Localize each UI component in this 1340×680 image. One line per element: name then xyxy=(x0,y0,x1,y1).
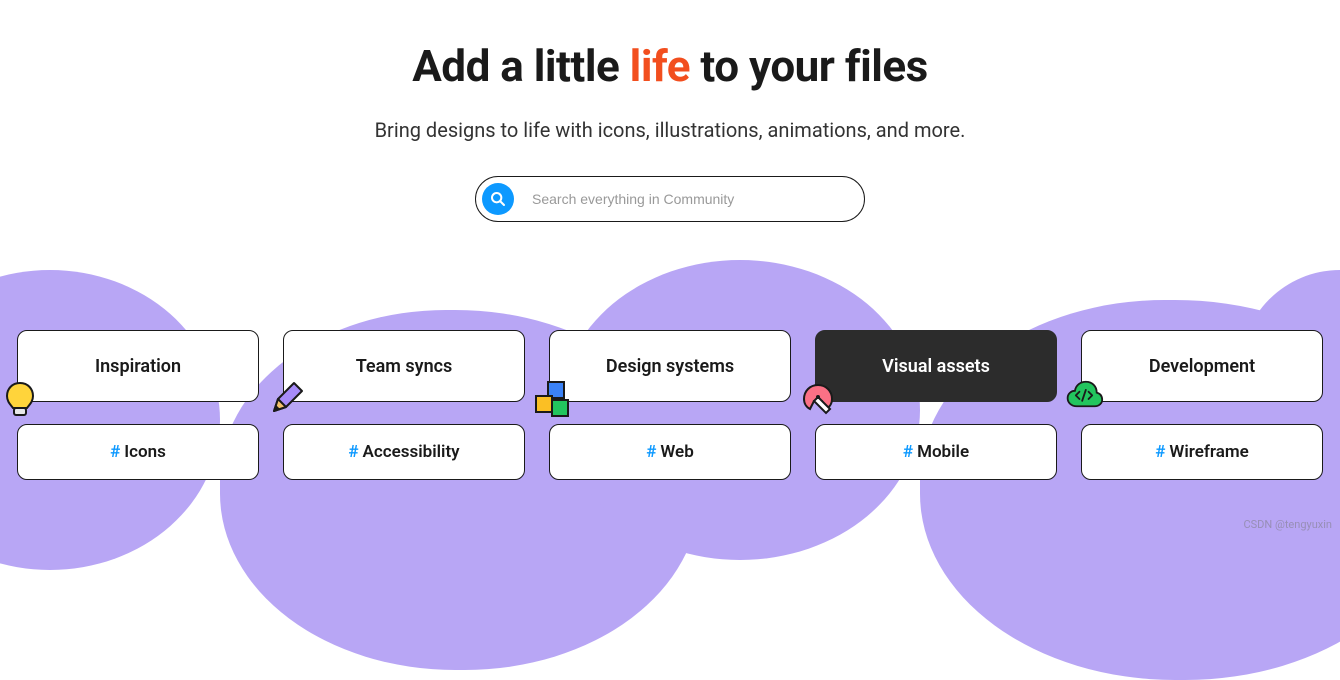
category-label: Team syncs xyxy=(356,356,453,377)
tag-web[interactable]: #Web xyxy=(549,424,791,480)
search-input[interactable] xyxy=(532,191,858,207)
category-label: Inspiration xyxy=(95,356,181,377)
category-label: Visual assets xyxy=(882,356,990,377)
category-row: Inspiration Team syncs Design systems Vi… xyxy=(16,330,1324,402)
hash-symbol: # xyxy=(903,442,913,462)
category-development[interactable]: Development xyxy=(1081,330,1323,402)
category-visual-assets[interactable]: Visual assets xyxy=(815,330,1057,402)
tag-row: #Icons #Accessibility #Web #Mobile #Wire… xyxy=(16,424,1324,480)
category-label: Development xyxy=(1149,356,1255,377)
hash-symbol: # xyxy=(348,442,358,462)
watermark: CSDN @tengyuxin xyxy=(1243,518,1332,531)
tag-icons[interactable]: #Icons xyxy=(17,424,259,480)
tag-label: Icons xyxy=(124,442,166,462)
category-design-systems[interactable]: Design systems xyxy=(549,330,791,402)
search-icon[interactable] xyxy=(482,183,514,215)
tag-wireframe[interactable]: #Wireframe xyxy=(1081,424,1323,480)
page-title: Add a little life to your files xyxy=(0,40,1340,92)
title-accent: life xyxy=(630,40,690,92)
cloud-code-icon xyxy=(1064,379,1104,419)
category-team-syncs[interactable]: Team syncs xyxy=(283,330,525,402)
category-inspiration[interactable]: Inspiration xyxy=(17,330,259,402)
tag-label: Accessibility xyxy=(363,442,460,462)
hash-symbol: # xyxy=(110,442,120,462)
tag-label: Mobile xyxy=(917,442,969,462)
category-label: Design systems xyxy=(606,356,734,377)
tag-accessibility[interactable]: #Accessibility xyxy=(283,424,525,480)
hash-symbol: # xyxy=(1155,442,1165,462)
pen-tool-icon xyxy=(798,379,838,419)
squares-icon xyxy=(532,379,572,419)
page-subtitle: Bring designs to life with icons, illust… xyxy=(0,118,1340,142)
tag-label: Web xyxy=(660,442,693,462)
tag-mobile[interactable]: #Mobile xyxy=(815,424,1057,480)
tag-label: Wireframe xyxy=(1169,442,1248,462)
lightbulb-icon xyxy=(0,379,40,419)
pencil-icon xyxy=(266,379,306,419)
search-bar[interactable] xyxy=(475,176,865,222)
hash-symbol: # xyxy=(646,442,656,462)
